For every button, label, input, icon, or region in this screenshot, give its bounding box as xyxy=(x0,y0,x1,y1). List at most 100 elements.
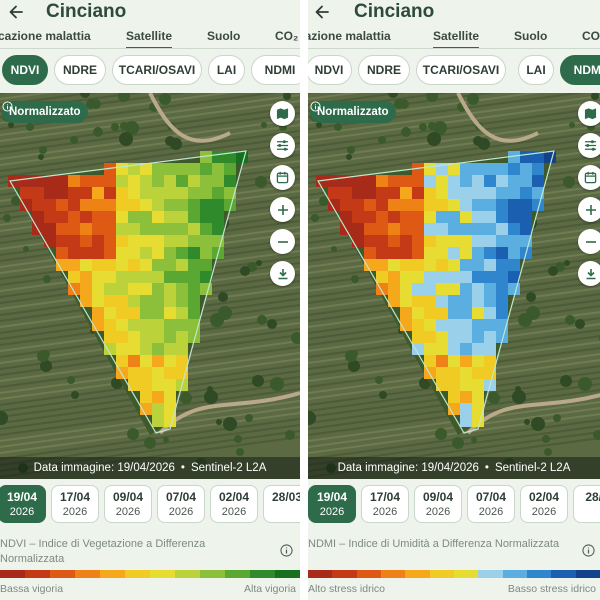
filter-button[interactable] xyxy=(270,133,295,158)
legend-swatch xyxy=(308,570,333,578)
heatmap-cell xyxy=(164,235,176,247)
date-card[interactable]: 09/04 2026 xyxy=(104,485,152,523)
heatmap-cell xyxy=(176,307,188,319)
tree xyxy=(419,123,427,131)
tree xyxy=(473,136,483,146)
zoom-in-button[interactable] xyxy=(270,197,295,222)
calendar-button[interactable] xyxy=(270,165,295,190)
tab-soil[interactable]: Suolo xyxy=(514,29,547,49)
date-card[interactable]: 02/04 2026 xyxy=(210,485,258,523)
heatmap-cell xyxy=(164,391,176,403)
heatmap-cell xyxy=(376,223,388,235)
tab-disease-prediction[interactable]: cazione malattia xyxy=(308,29,391,49)
tree xyxy=(119,132,133,146)
heatmap-cell xyxy=(56,247,68,259)
heatmap-cell xyxy=(424,187,436,199)
tab-disease-prediction[interactable]: cazione malattia xyxy=(0,29,91,49)
heatmap-cell xyxy=(200,187,212,199)
chip-ndre[interactable]: NDRE xyxy=(54,55,106,85)
heatmap-cell xyxy=(164,247,176,259)
heatmap-cell xyxy=(352,223,364,235)
download-button[interactable] xyxy=(270,261,295,286)
tree xyxy=(270,377,284,391)
heatmap-cell xyxy=(80,211,92,223)
chip-lai[interactable]: LAI xyxy=(518,55,554,85)
heatmap-cell xyxy=(104,283,116,295)
calendar-button[interactable] xyxy=(578,165,600,190)
heatmap-cell xyxy=(128,199,140,211)
heatmap-cell xyxy=(200,211,212,223)
heatmap-cell xyxy=(176,295,188,307)
tree xyxy=(544,448,552,456)
chip-lai[interactable]: LAI xyxy=(208,55,245,85)
date-card[interactable]: 02/04 2026 xyxy=(520,485,568,523)
tree xyxy=(553,414,561,422)
heatmap-cell xyxy=(472,259,484,271)
filter-button[interactable] xyxy=(578,133,600,158)
tab-satellite[interactable]: Satellite xyxy=(126,29,173,49)
date-card[interactable]: 07/04 2026 xyxy=(467,485,515,523)
heatmap-cell xyxy=(520,163,532,175)
heatmap-cell xyxy=(460,271,472,283)
download-icon xyxy=(586,268,595,279)
date-card[interactable]: 17/04 2026 xyxy=(361,485,409,523)
date-card[interactable]: 19/04 2026 xyxy=(0,485,46,523)
tab-co2[interactable]: CO₂ xyxy=(275,29,298,49)
heatmap-cell xyxy=(424,307,436,319)
date-card[interactable]: 19/04 2026 xyxy=(308,485,356,523)
date-card[interactable]: 07/04 2026 xyxy=(157,485,205,523)
tree xyxy=(26,123,34,131)
heatmap-cell xyxy=(104,307,116,319)
heatmap-cell xyxy=(152,331,164,343)
tab-co2[interactable]: CO₂ xyxy=(582,29,600,49)
date-card[interactable]: 28/0 xyxy=(573,485,600,523)
heatmap-cell xyxy=(44,223,56,235)
map-layers-button[interactable] xyxy=(270,101,295,126)
heatmap-cell xyxy=(460,175,472,187)
zoom-out-button[interactable] xyxy=(578,229,600,254)
zoom-in-icon xyxy=(585,204,596,215)
chip-ndmi[interactable]: NDMI xyxy=(560,55,600,85)
date-card[interactable]: 09/04 2026 xyxy=(414,485,462,523)
date-card[interactable]: 28/03 xyxy=(263,485,300,523)
back-arrow-icon[interactable] xyxy=(312,2,332,22)
date-day: 09/04 xyxy=(112,490,144,504)
chip-ndre[interactable]: NDRE xyxy=(358,55,410,85)
tree xyxy=(39,146,47,154)
legend-info-icon[interactable] xyxy=(582,544,595,557)
satellite-map[interactable]: Normalizzato Data immagine: 19/04/2026 •… xyxy=(0,93,300,479)
heatmap-cell xyxy=(496,307,508,319)
normalized-badge[interactable]: Normalizzato xyxy=(2,101,88,123)
heatmap-cell xyxy=(152,283,164,295)
heatmap-cell xyxy=(128,367,140,379)
calendar-icon xyxy=(584,171,597,184)
chip-ndmi[interactable]: NDMI xyxy=(251,55,300,85)
date-card[interactable]: 17/04 2026 xyxy=(51,485,99,523)
chip-ndvi[interactable]: NDVI xyxy=(308,55,352,85)
chip-ndvi[interactable]: NDVI xyxy=(2,55,48,85)
heatmap-cell xyxy=(436,295,448,307)
normalized-badge[interactable]: Normalizzato xyxy=(310,101,396,123)
heatmap-cell xyxy=(472,307,484,319)
heatmap-cell xyxy=(472,283,484,295)
zoom-out-button[interactable] xyxy=(270,229,295,254)
satellite-map[interactable]: Normalizzato Data immagine: 19/04/2026 •… xyxy=(308,93,600,479)
date-day: 17/04 xyxy=(59,490,91,504)
download-button[interactable] xyxy=(578,261,600,286)
tab-soil[interactable]: Suolo xyxy=(207,29,240,49)
chip-tcari-osavi[interactable]: TCARI/OSAVI xyxy=(112,55,202,85)
map-canvas xyxy=(308,93,600,479)
back-arrow-icon[interactable] xyxy=(6,2,26,22)
heatmap-cell xyxy=(164,307,176,319)
legend-info-icon[interactable] xyxy=(280,544,293,557)
heatmap-cell xyxy=(140,307,152,319)
heatmap-cell xyxy=(472,235,484,247)
heatmap-cell xyxy=(388,283,400,295)
tab-satellite[interactable]: Satellite xyxy=(433,29,480,49)
map-layers-button[interactable] xyxy=(578,101,600,126)
heatmap-cell xyxy=(508,199,520,211)
chip-tcari-osavi[interactable]: TCARI/OSAVI xyxy=(416,55,506,85)
zoom-in-button[interactable] xyxy=(578,197,600,222)
tree xyxy=(257,315,267,325)
tree xyxy=(427,132,441,146)
